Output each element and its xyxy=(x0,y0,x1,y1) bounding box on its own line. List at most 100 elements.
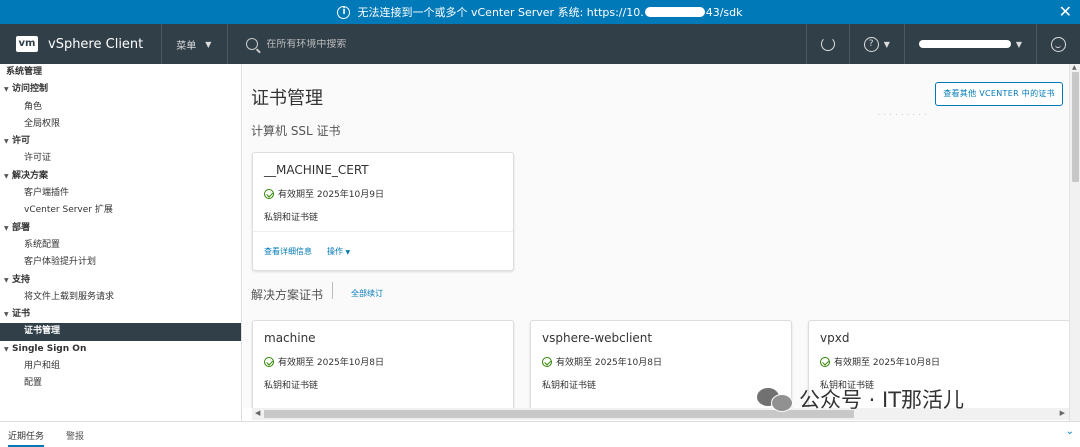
tab-alarms[interactable]: 警报 xyxy=(66,429,84,442)
caret-down-icon: ▼ xyxy=(4,86,9,94)
sidebar-item-certificate-management[interactable]: 证书管理 xyxy=(0,323,241,341)
chevron-down-icon: ▼ xyxy=(883,39,890,49)
sidebar-group-label: 部署 xyxy=(12,222,31,233)
cert-validity: 有效期至 2025年10月9日 xyxy=(264,187,384,200)
sidebar-item-system-config[interactable]: 系统配置 xyxy=(0,237,241,254)
cert-validity-text: 有效期至 2025年10月8日 xyxy=(834,358,940,368)
alert-text-prefix: 无法连接到一个或多个 vCenter Server 系统: https://10… xyxy=(357,6,644,19)
caret-down-icon: ▼ xyxy=(4,224,9,232)
check-circle-icon xyxy=(264,356,274,367)
page-title: 证书管理 xyxy=(251,88,323,109)
view-details-link[interactable]: 查看详细信息 xyxy=(264,246,312,257)
faint-text-artifact: · · · · · · · · · xyxy=(878,112,928,119)
vmware-logo: vm xyxy=(16,36,38,52)
caret-down-icon: ▼ xyxy=(4,345,9,353)
caret-down-icon: ▼ xyxy=(4,276,9,284)
solution-cert-card-webclient: vsphere-webclient 有效期至 2025年10月8日 私钥和证书链 xyxy=(530,320,792,408)
sidebar-group-label: 访问控制 xyxy=(12,84,49,95)
caret-down-icon: ▼ xyxy=(4,138,9,146)
tab-recent-tasks[interactable]: 近期任务 xyxy=(8,429,45,447)
caret-down-icon: ▼ xyxy=(4,311,9,319)
global-search[interactable] xyxy=(227,24,417,64)
sidebar-item-roles[interactable]: 角色 xyxy=(0,99,241,116)
wechat-icon xyxy=(757,386,793,412)
sidebar-group-label: 许可 xyxy=(12,136,31,147)
header-divider xyxy=(161,24,163,64)
wechat-watermark: 公众号 · IT那活儿 xyxy=(757,384,964,414)
scroll-right-icon[interactable]: ▶ xyxy=(1060,409,1065,417)
caret-down-icon: ▼ xyxy=(4,172,9,180)
menu-button[interactable]: 菜单 ▼ xyxy=(176,37,211,52)
sidebar-group-licensing[interactable]: ▼ 许可 xyxy=(0,133,241,150)
refresh-button[interactable] xyxy=(805,24,849,64)
chevron-down-icon: ▼ xyxy=(205,39,212,49)
sidebar-group-label: 解决方案 xyxy=(12,170,49,181)
redacted-username xyxy=(918,40,1011,48)
user-menu-button[interactable]: ▼ xyxy=(903,24,1036,64)
sidebar-group-deployment[interactable]: ▼ 部署 xyxy=(0,220,241,237)
cert-title: vpxd xyxy=(820,331,850,345)
cert-title: vsphere-webclient xyxy=(542,331,653,345)
cert-validity: 有效期至 2025年10月8日 xyxy=(264,355,384,368)
chevron-down-icon: ▼ xyxy=(345,249,351,256)
machine-cert-card: __MACHINE_CERT 有效期至 2025年10月9日 私钥和证书链 查看… xyxy=(252,152,514,271)
scroll-up-icon[interactable]: ▲ xyxy=(1072,64,1077,71)
cert-validity: 有效期至 2025年10月8日 xyxy=(542,355,662,368)
sidebar-group-label: Single Sign On xyxy=(12,343,87,354)
solution-section-title: 解决方案证书 xyxy=(251,288,324,302)
actions-menu-link[interactable]: 操作 ▼ xyxy=(327,246,350,257)
cert-chain-label: 私钥和证书链 xyxy=(264,381,319,391)
vertical-scrollbar[interactable]: ▲ xyxy=(1069,64,1080,421)
solution-cert-card-machine: machine 有效期至 2025年10月8日 私钥和证书链 xyxy=(252,320,514,408)
card-divider xyxy=(253,231,513,232)
sidebar-item-upload-file[interactable]: 将文件上载到服务请求 xyxy=(0,289,241,306)
sidebar-item-users-groups[interactable]: 用户和组 xyxy=(0,358,241,375)
chevron-down-icon: ▼ xyxy=(1015,39,1022,49)
renew-all-link[interactable]: 全部续订 xyxy=(351,288,383,299)
section-divider xyxy=(332,282,333,299)
cert-validity-text: 有效期至 2025年10月9日 xyxy=(278,190,384,200)
refresh-icon xyxy=(820,37,835,51)
cert-title: __MACHINE_CERT xyxy=(264,163,369,177)
check-circle-icon xyxy=(820,356,830,367)
cert-title: machine xyxy=(264,331,316,345)
check-circle-icon xyxy=(542,356,552,367)
sidebar-item-client-plugins[interactable]: 客户端插件 xyxy=(0,185,241,202)
sidebar-item-licenses[interactable]: 许可证 xyxy=(0,150,241,167)
sidebar-group-label: 支持 xyxy=(12,274,31,285)
scroll-thumb[interactable] xyxy=(1072,72,1079,182)
view-other-vcenter-certs-button[interactable]: 查看其他 VCENTER 中的证书 xyxy=(935,82,1063,106)
actions-label: 操作 xyxy=(327,247,343,256)
machine-ssl-section-title: 计算机 SSL 证书 xyxy=(251,124,341,138)
sidebar-group-access-control[interactable]: ▼ 访问控制 xyxy=(0,81,241,98)
sidebar-group-certificates[interactable]: ▼ 证书 xyxy=(0,306,241,323)
sidebar-group-support[interactable]: ▼ 支持 xyxy=(0,272,241,289)
sidebar-group-sso[interactable]: ▼ Single Sign On xyxy=(0,341,241,358)
sidebar-item-sso-config[interactable]: 配置 xyxy=(0,375,241,392)
collapse-panel-icon[interactable]: ⌄ xyxy=(1066,426,1074,437)
header-actions: ? ▼ ▼ xyxy=(805,24,1080,64)
cert-validity-text: 有效期至 2025年10月8日 xyxy=(556,358,662,368)
help-menu-button[interactable]: ? ▼ xyxy=(848,24,904,64)
sidebar-item-vcenter-extensions[interactable]: vCenter Server 扩展 xyxy=(0,202,241,219)
feedback-button[interactable] xyxy=(1036,24,1080,64)
help-icon: ? xyxy=(863,36,879,52)
check-circle-icon xyxy=(264,188,274,199)
scroll-left-icon[interactable]: ◀ xyxy=(255,409,260,417)
bottom-panel-bar: 近期任务 警报 ⌄ xyxy=(0,421,1080,447)
info-icon: i xyxy=(337,5,351,19)
cert-validity: 有效期至 2025年10月8日 xyxy=(820,355,940,368)
sidebar-group-solutions[interactable]: ▼ 解决方案 xyxy=(0,168,241,185)
alert-text-suffix: 43/sdk xyxy=(705,5,743,19)
app-header: vm vSphere Client 菜单 ▼ ? ▼ ▼ xyxy=(0,24,1080,64)
app-title: vSphere Client xyxy=(48,36,144,52)
cert-chain-label: 私钥和证书链 xyxy=(264,213,319,223)
cert-validity-text: 有效期至 2025年10月8日 xyxy=(278,358,384,368)
redacted-ip-mask xyxy=(644,7,705,17)
sidebar-item-ceip[interactable]: 客户体验提升计划 xyxy=(0,254,241,271)
sidebar-item-global-permissions[interactable]: 全局权限 xyxy=(0,116,241,133)
connection-alert-banner: i 无法连接到一个或多个 vCenter Server 系统: https://… xyxy=(0,0,1080,24)
main-content: 证书管理 查看其他 VCENTER 中的证书 · · · · · · · · ·… xyxy=(243,64,1069,408)
search-input[interactable] xyxy=(266,38,417,50)
close-alert-icon[interactable]: ✕ xyxy=(1059,2,1072,21)
